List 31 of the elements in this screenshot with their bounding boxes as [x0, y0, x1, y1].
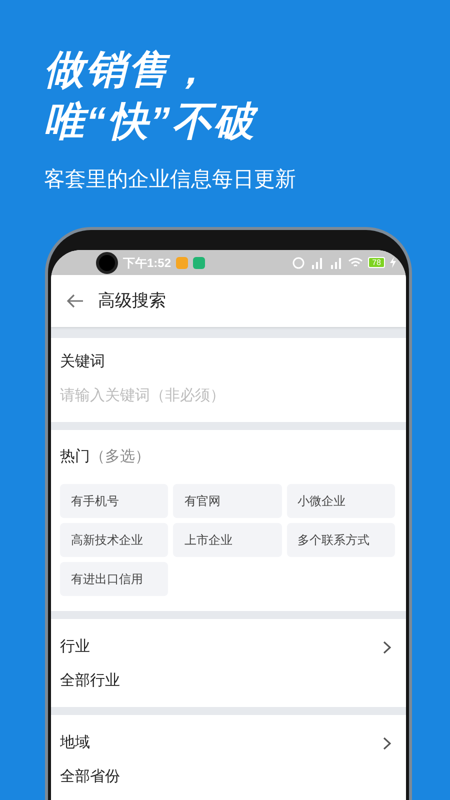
- signal-icon: [310, 256, 324, 268]
- headline: 做销售，: [44, 47, 212, 94]
- multi-select-note: （多选）: [90, 447, 150, 467]
- filter-chip[interactable]: 有官网: [173, 484, 282, 518]
- filter-value: 全部行业: [60, 671, 120, 691]
- filter-row[interactable]: 行业 全部行业: [51, 619, 406, 707]
- notification-icon: [176, 256, 188, 268]
- headline: 唯“快”不破: [44, 99, 256, 146]
- signal-icon: [329, 256, 344, 268]
- filter-chip[interactable]: 上市企业: [173, 523, 282, 557]
- filter-label: 地域: [60, 733, 90, 753]
- keyword-label: 关键词: [60, 352, 105, 372]
- filter-row[interactable]: 地域 全部省份: [51, 715, 406, 800]
- battery-indicator: 78: [368, 257, 385, 268]
- charging-icon: [390, 257, 396, 268]
- camera-icon: [96, 252, 118, 274]
- wifi-icon: [348, 256, 364, 268]
- chevron-right-icon: [383, 640, 391, 654]
- filter-chip[interactable]: 高新技术企业: [60, 523, 168, 557]
- page-title: 高级搜索: [98, 290, 166, 312]
- back-icon[interactable]: [66, 293, 84, 309]
- chevron-right-icon: [383, 736, 391, 750]
- filter-chip[interactable]: 多个联系方式: [286, 523, 395, 557]
- filter-chip[interactable]: 有进出口信用: [60, 562, 168, 596]
- subtitle: 客套里的企业信息每日更新: [44, 167, 296, 193]
- filter-chip[interactable]: 有手机号: [60, 484, 168, 518]
- filter-label: 行业: [60, 637, 90, 657]
- filter-chip[interactable]: 小微企业: [286, 484, 395, 518]
- hot-label: 热门: [60, 447, 90, 467]
- notification-icon: [193, 256, 206, 268]
- filter-value: 全部省份: [60, 767, 120, 787]
